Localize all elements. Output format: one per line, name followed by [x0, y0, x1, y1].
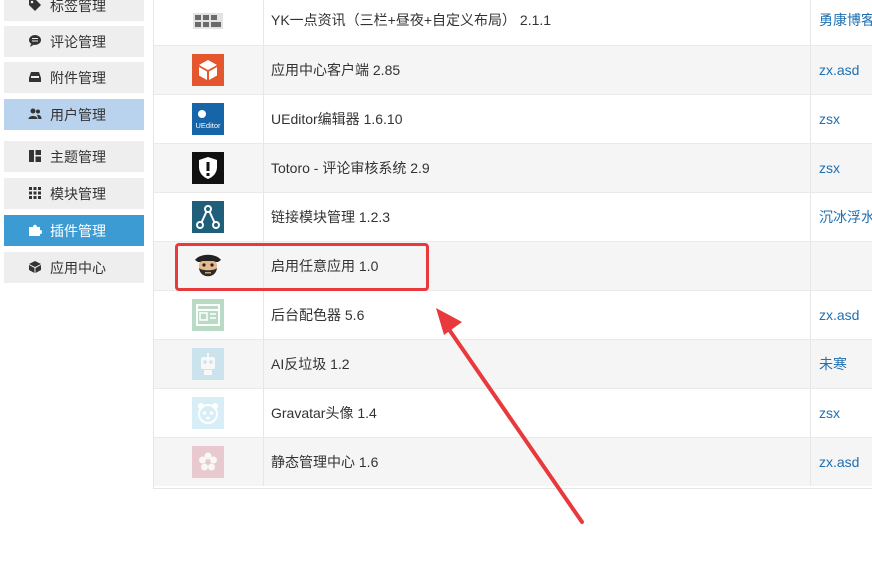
plugin-author[interactable]: zx.asd — [819, 46, 872, 95]
puzzle-icon — [28, 223, 42, 237]
plugin-author[interactable]: zx.asd — [819, 438, 872, 487]
layout-icon — [28, 149, 42, 163]
sidebar-item-label: 主题管理 — [50, 148, 106, 165]
plugin-author[interactable] — [819, 242, 872, 291]
table-row[interactable]: 静态管理中心 1.6 zx.asd — [154, 437, 872, 486]
inbox-icon — [28, 70, 42, 84]
plugin-author[interactable]: 勇康博客 — [819, 0, 872, 45]
sidebar-item-label: 附件管理 — [50, 69, 106, 86]
sidebar-item-label: 应用中心 — [50, 259, 106, 276]
plugin-author[interactable]: zsx — [819, 144, 872, 193]
cube-icon — [28, 260, 42, 274]
tag-icon — [28, 0, 42, 12]
plugin-name: 静态管理中心 1.6 — [271, 454, 379, 470]
users-icon — [28, 107, 42, 121]
robot-icon — [192, 348, 224, 380]
ueditor-logo-text: UEditor — [195, 121, 221, 130]
table-row[interactable]: 后台配色器 5.6 zx.asd — [154, 290, 872, 339]
table-row[interactable]: 链接模块管理 1.2.3 沉冰浮水 — [154, 192, 872, 241]
share-nodes-icon — [192, 201, 224, 233]
plugin-author[interactable]: 沉冰浮水 — [819, 193, 872, 242]
comment-icon — [28, 34, 42, 48]
sidebar-item-users[interactable]: 用户管理 — [4, 99, 144, 130]
table-row[interactable]: Totoro - 评论审核系统 2.9 zsx — [154, 143, 872, 192]
plugin-author[interactable]: zsx — [819, 389, 872, 438]
flower-icon — [192, 446, 224, 478]
grid-icon — [28, 186, 42, 200]
sidebar-item-label: 插件管理 — [50, 222, 106, 239]
window-layout-icon — [192, 299, 224, 331]
plugin-name: 后台配色器 5.6 — [271, 307, 365, 323]
table-row[interactable]: AI反垃圾 1.2 未寒 — [154, 339, 872, 388]
thumbnail-grid-icon — [192, 4, 224, 36]
plugin-name: Totoro - 评论审核系统 2.9 — [271, 160, 430, 176]
plugin-name: YK一点资讯（三栏+昼夜+自定义布局） 2.1.1 — [271, 12, 552, 28]
sidebar-item-themes[interactable]: 主题管理 — [4, 141, 144, 172]
sidebar: 标签管理 评论管理 附件管理 用户管理 主题管理 模块管理 插件管理 应用中心 — [0, 0, 150, 561]
orange-box-icon — [192, 54, 224, 86]
sidebar-item-app-center[interactable]: 应用中心 — [4, 252, 144, 283]
panda-icon — [192, 397, 224, 429]
plugin-author[interactable]: 未寒 — [819, 340, 872, 389]
plugin-name: AI反垃圾 1.2 — [271, 356, 350, 372]
table-row[interactable]: UEditor UEditor编辑器 1.6.10 zsx — [154, 94, 872, 143]
sidebar-item-label: 用户管理 — [50, 106, 106, 123]
sidebar-item-tags[interactable]: 标签管理 — [4, 0, 144, 21]
plugin-name: UEditor编辑器 1.6.10 — [271, 111, 403, 127]
table-row[interactable]: Gravatar头像 1.4 zsx — [154, 388, 872, 437]
sidebar-item-label: 评论管理 — [50, 33, 106, 50]
plugin-name: 应用中心客户端 2.85 — [271, 62, 401, 78]
sidebar-item-label: 模块管理 — [50, 185, 106, 202]
plugin-author[interactable]: zsx — [819, 95, 872, 144]
sidebar-item-comments[interactable]: 评论管理 — [4, 26, 144, 57]
plugin-name: 链接模块管理 1.2.3 — [271, 209, 391, 225]
table-row[interactable]: YK一点资讯（三栏+昼夜+自定义布局） 2.1.1 勇康博客 — [154, 0, 872, 45]
sidebar-item-plugins[interactable]: 插件管理 — [4, 215, 144, 246]
ueditor-logo-icon: UEditor — [192, 103, 224, 135]
plugin-name: Gravatar头像 1.4 — [271, 405, 377, 421]
plugin-author[interactable]: zx.asd — [819, 291, 872, 340]
sidebar-item-modules[interactable]: 模块管理 — [4, 178, 144, 209]
highlight-box — [175, 243, 429, 291]
table-row[interactable]: 应用中心客户端 2.85 zx.asd — [154, 45, 872, 94]
sidebar-item-label: 标签管理 — [50, 0, 106, 14]
shield-alert-icon — [192, 152, 224, 184]
sidebar-item-attachments[interactable]: 附件管理 — [4, 62, 144, 93]
